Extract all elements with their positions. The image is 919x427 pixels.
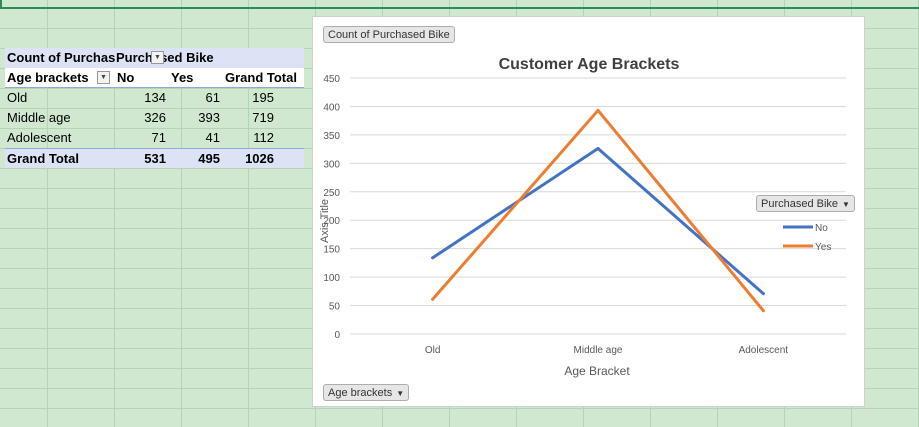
pivot-column-field-cell[interactable]: Purchased Bike <box>116 48 236 68</box>
data-point-no <box>761 292 765 296</box>
row-label: Old <box>7 90 28 105</box>
x-axis-title: Age Bracket <box>564 364 630 378</box>
row-label: Middle age <box>7 110 71 125</box>
grand-total-total: 1026 <box>245 151 274 166</box>
pivot-col-total: Grand Total <box>225 70 297 85</box>
y-tick-label: 300 <box>323 159 340 170</box>
table-row[interactable]: Adolescent 71 41 112 <box>5 128 304 148</box>
value-no: 134 <box>144 90 166 105</box>
value-yes: 41 <box>205 130 220 145</box>
grand-total-no: 531 <box>144 151 166 166</box>
pivot-header-row-1: Count of Purchased Bike Purchased Bike ▼ <box>5 48 304 68</box>
legend-label-yes: Yes <box>815 242 831 253</box>
grand-total-row[interactable]: Grand Total 531 495 1026 <box>5 148 304 168</box>
table-row[interactable]: Old 134 61 195 <box>5 88 304 108</box>
value-total: 719 <box>252 110 274 125</box>
value-no: 326 <box>144 110 166 125</box>
data-point-yes <box>761 309 765 313</box>
legend-label-no: No <box>815 223 828 234</box>
data-point-no <box>431 256 435 260</box>
data-point-no <box>596 147 600 151</box>
x-tick-label: Adolescent <box>739 345 789 356</box>
y-tick-label: 150 <box>323 245 340 256</box>
x-tick-label: Old <box>425 345 441 356</box>
value-yes: 61 <box>205 90 220 105</box>
value-total: 195 <box>252 90 274 105</box>
selection-border <box>0 0 2 9</box>
y-tick-label: 0 <box>334 330 340 341</box>
grand-total-label: Grand Total <box>7 151 79 166</box>
formula-bar-edge <box>0 0 919 9</box>
value-total: 112 <box>253 130 274 145</box>
y-tick-label: 450 <box>323 74 340 85</box>
pivot-row-field-label[interactable]: Age brackets <box>7 68 97 88</box>
series-line-no <box>431 147 765 296</box>
line-chart-svg: Customer Age Brackets Axis Title Age Bra… <box>319 56 846 378</box>
value-yes: 393 <box>198 110 220 125</box>
data-point-yes <box>596 108 600 112</box>
table-row[interactable]: Middle age 326 393 719 <box>5 108 304 128</box>
data-point-yes <box>431 297 435 301</box>
row-label: Adolescent <box>7 130 72 145</box>
grand-total-yes: 495 <box>198 151 220 166</box>
row-filter-dropdown-icon[interactable]: ▼ <box>97 71 110 84</box>
x-tick-label: Middle age <box>574 345 623 356</box>
y-tick-label: 250 <box>323 188 340 199</box>
y-tick-label: 200 <box>323 216 340 227</box>
y-tick-label: 50 <box>329 302 341 313</box>
column-filter-dropdown-icon[interactable]: ▼ <box>151 51 164 64</box>
pivot-chart[interactable]: Count of Purchased Bike Purchased Bike ▼ … <box>312 16 865 407</box>
y-tick-label: 100 <box>323 273 340 284</box>
y-tick-label: 350 <box>323 131 340 142</box>
pivot-values-label[interactable]: Count of Purchased Bike <box>7 48 115 68</box>
chart-title: Customer Age Brackets <box>499 56 680 73</box>
pivot-column-field-label: Purchased Bike <box>116 50 214 65</box>
series-line-yes <box>431 108 765 313</box>
pivot-header-row-2: Age brackets ▼ No Yes Grand Total <box>5 68 304 88</box>
value-no: 71 <box>151 130 166 145</box>
pivot-col-yes: Yes <box>171 70 194 85</box>
y-tick-label: 400 <box>323 102 340 113</box>
pivot-col-no: No <box>117 70 135 85</box>
